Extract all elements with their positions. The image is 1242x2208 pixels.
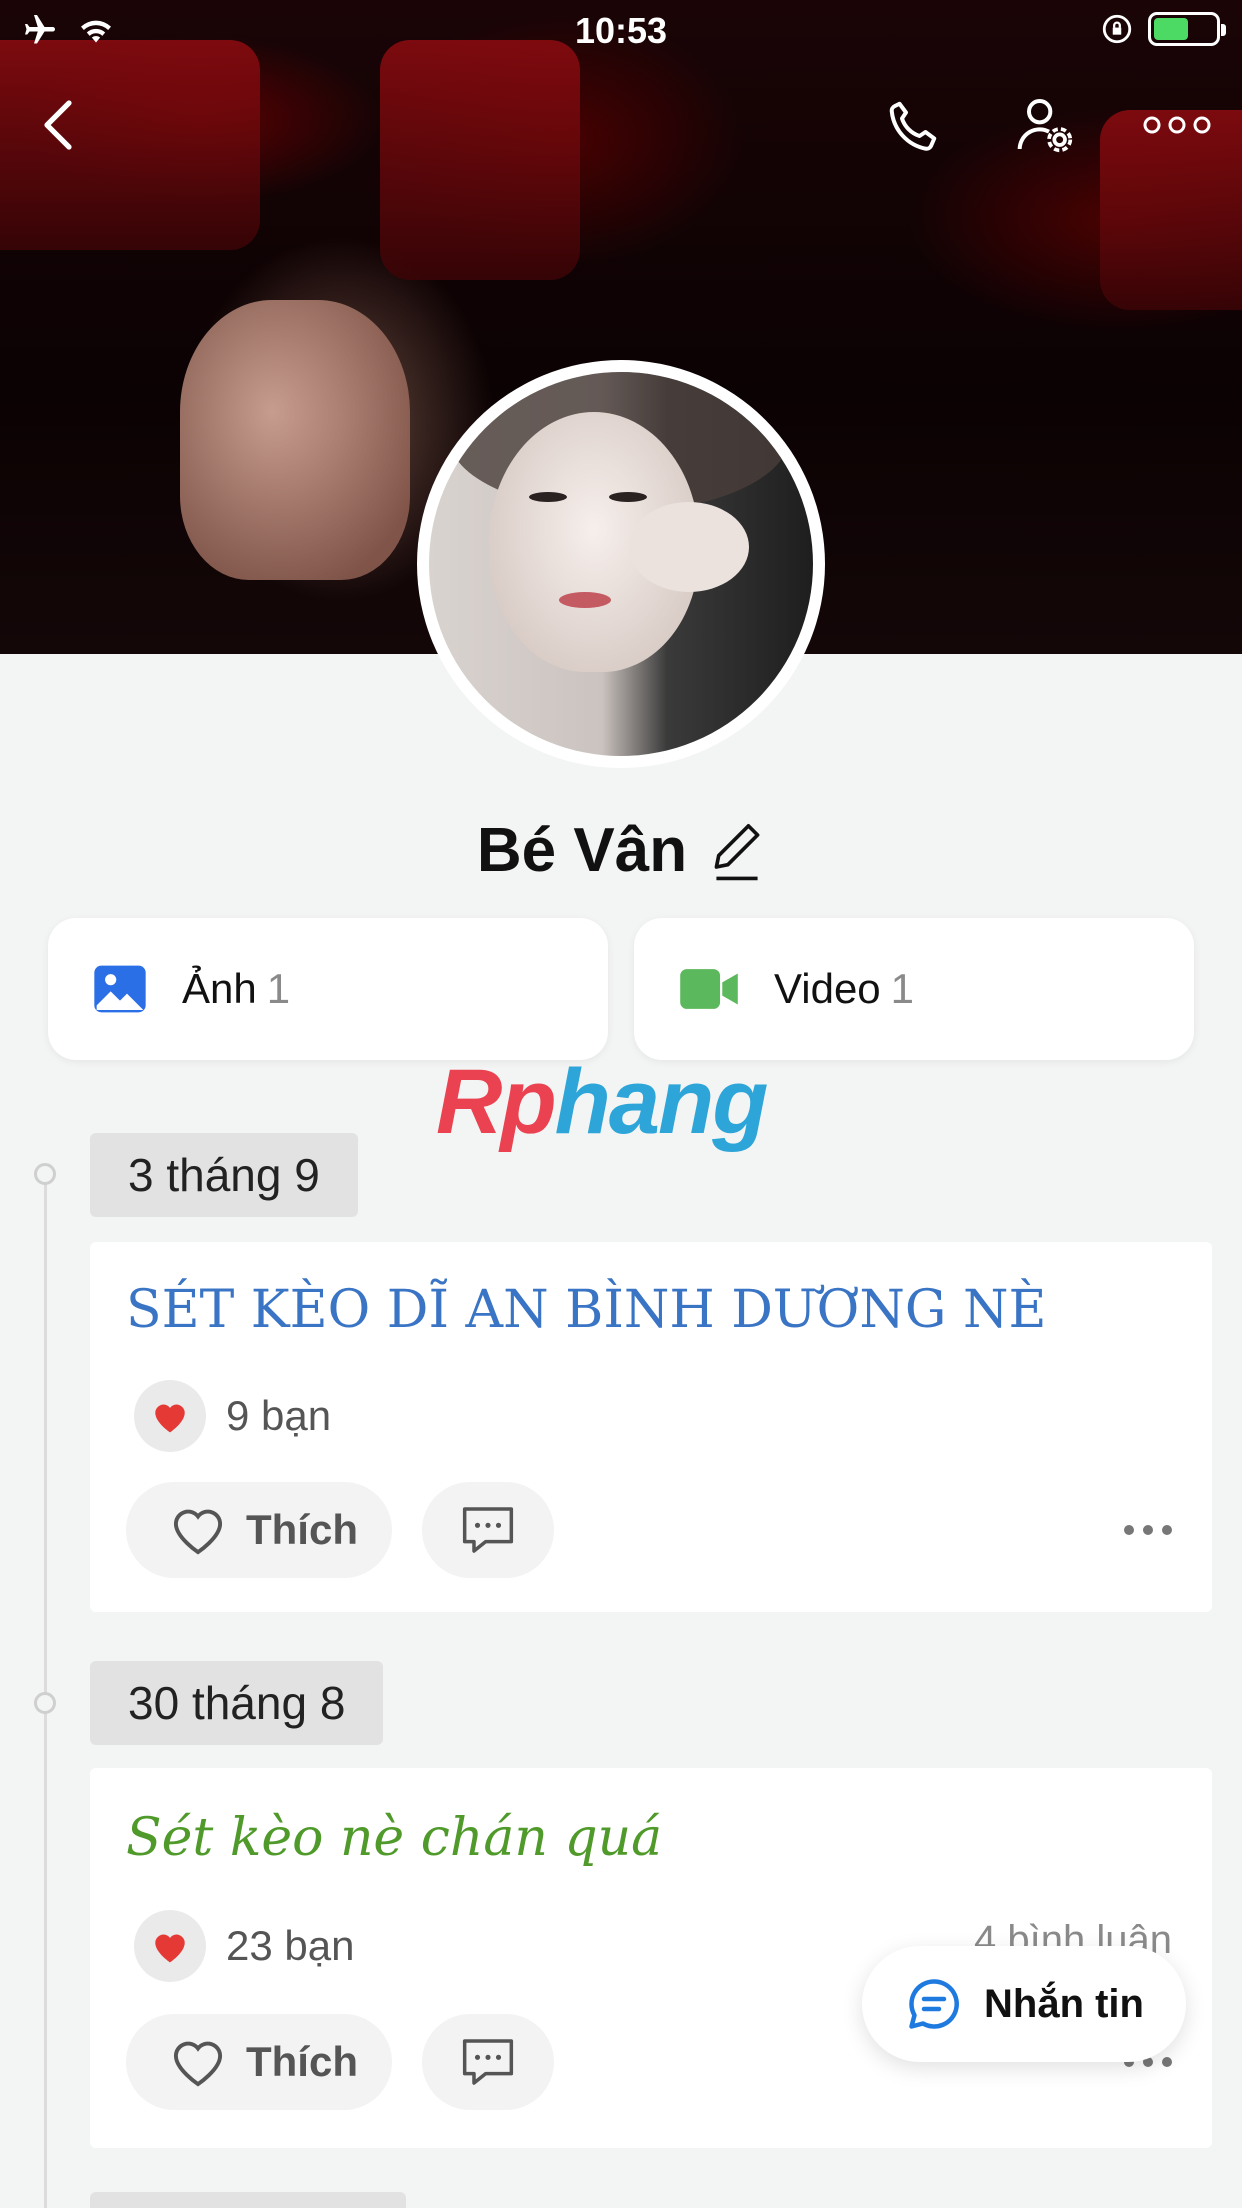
profile-name: Bé Vân — [476, 816, 688, 885]
videos-button[interactable]: Video 1 — [634, 918, 1194, 1060]
call-button[interactable] — [878, 90, 948, 160]
comment-button[interactable] — [422, 1482, 554, 1578]
timeline-dot — [34, 1163, 56, 1185]
cover-decor — [380, 40, 580, 280]
watermark-part1: Rp — [436, 1051, 557, 1153]
chat-bubble-icon — [909, 1979, 959, 2029]
user-settings-icon — [1017, 98, 1073, 153]
timeline-dot — [34, 1692, 56, 1714]
avatar-photo — [429, 372, 813, 756]
reaction-row[interactable]: 23 bạn — [134, 1910, 354, 1982]
pencil-icon[interactable] — [709, 819, 765, 883]
date-chip — [90, 2192, 406, 2208]
photos-count: 1 — [266, 965, 291, 1012]
videos-count: 1 — [890, 965, 915, 1012]
more-options-button[interactable] — [1142, 90, 1212, 160]
comment-icon — [462, 1507, 514, 1553]
cover-decor — [180, 300, 410, 580]
like-label: Thích — [246, 2038, 358, 2085]
photos-label: Ảnh — [182, 965, 257, 1012]
profile-settings-button[interactable] — [1010, 90, 1080, 160]
message-button[interactable]: Nhắn tin — [862, 1946, 1186, 2062]
profile-name-row: Bé Vân — [0, 815, 1242, 886]
videos-label: Video — [774, 965, 881, 1012]
heart-reaction-icon — [134, 1380, 206, 1452]
avatar[interactable] — [417, 360, 825, 768]
phone-icon — [889, 101, 937, 151]
image-icon — [94, 965, 146, 1013]
battery-charging-icon — [1148, 12, 1226, 46]
photos-button[interactable]: Ảnh 1 — [48, 918, 608, 1060]
status-time: 10:53 — [574, 10, 668, 51]
heart-reaction-icon — [134, 1910, 206, 1982]
video-camera-icon — [680, 969, 738, 1009]
more-horizontal-icon — [1143, 116, 1211, 134]
post-text: Sét kèo nè chán quá — [126, 1808, 663, 1868]
photos-label-wrap: Ảnh 1 — [182, 965, 290, 1013]
post-card[interactable]: SÉT KÈO DĨ AN BÌNH DƯƠNG NÈ 9 bạn Thích — [90, 1242, 1212, 1612]
message-label: Nhắn tin — [984, 1981, 1144, 2026]
date-chip: 30 tháng 8 — [90, 1661, 384, 1745]
date-chip: 3 tháng 9 — [90, 1133, 358, 1217]
like-label: Thích — [246, 1506, 358, 1553]
back-button[interactable] — [24, 90, 94, 160]
orientation-lock-icon — [1102, 14, 1132, 44]
comment-icon — [462, 2039, 514, 2085]
reaction-count: 23 bạn — [226, 1922, 355, 1969]
post-more-button[interactable] — [1124, 1525, 1172, 1535]
comment-button[interactable] — [422, 2014, 554, 2110]
status-right — [1100, 12, 1226, 46]
reaction-count: 9 bạn — [226, 1392, 332, 1439]
like-button[interactable]: Thích — [126, 1482, 392, 1578]
watermark: Rphang — [436, 1050, 769, 1155]
chevron-left-icon — [44, 100, 72, 150]
watermark-part2: hang — [554, 1051, 769, 1153]
status-bar: 10:53 — [0, 0, 1242, 64]
heart-outline-icon — [173, 1509, 223, 1555]
reaction-row[interactable]: 9 bạn — [134, 1380, 331, 1452]
like-button[interactable]: Thích — [126, 2014, 392, 2110]
videos-label-wrap: Video 1 — [774, 965, 914, 1013]
heart-outline-icon — [173, 2041, 223, 2087]
timeline-line — [44, 1172, 47, 2208]
post-text: SÉT KÈO DĨ AN BÌNH DƯƠNG NÈ — [126, 1280, 1047, 1340]
